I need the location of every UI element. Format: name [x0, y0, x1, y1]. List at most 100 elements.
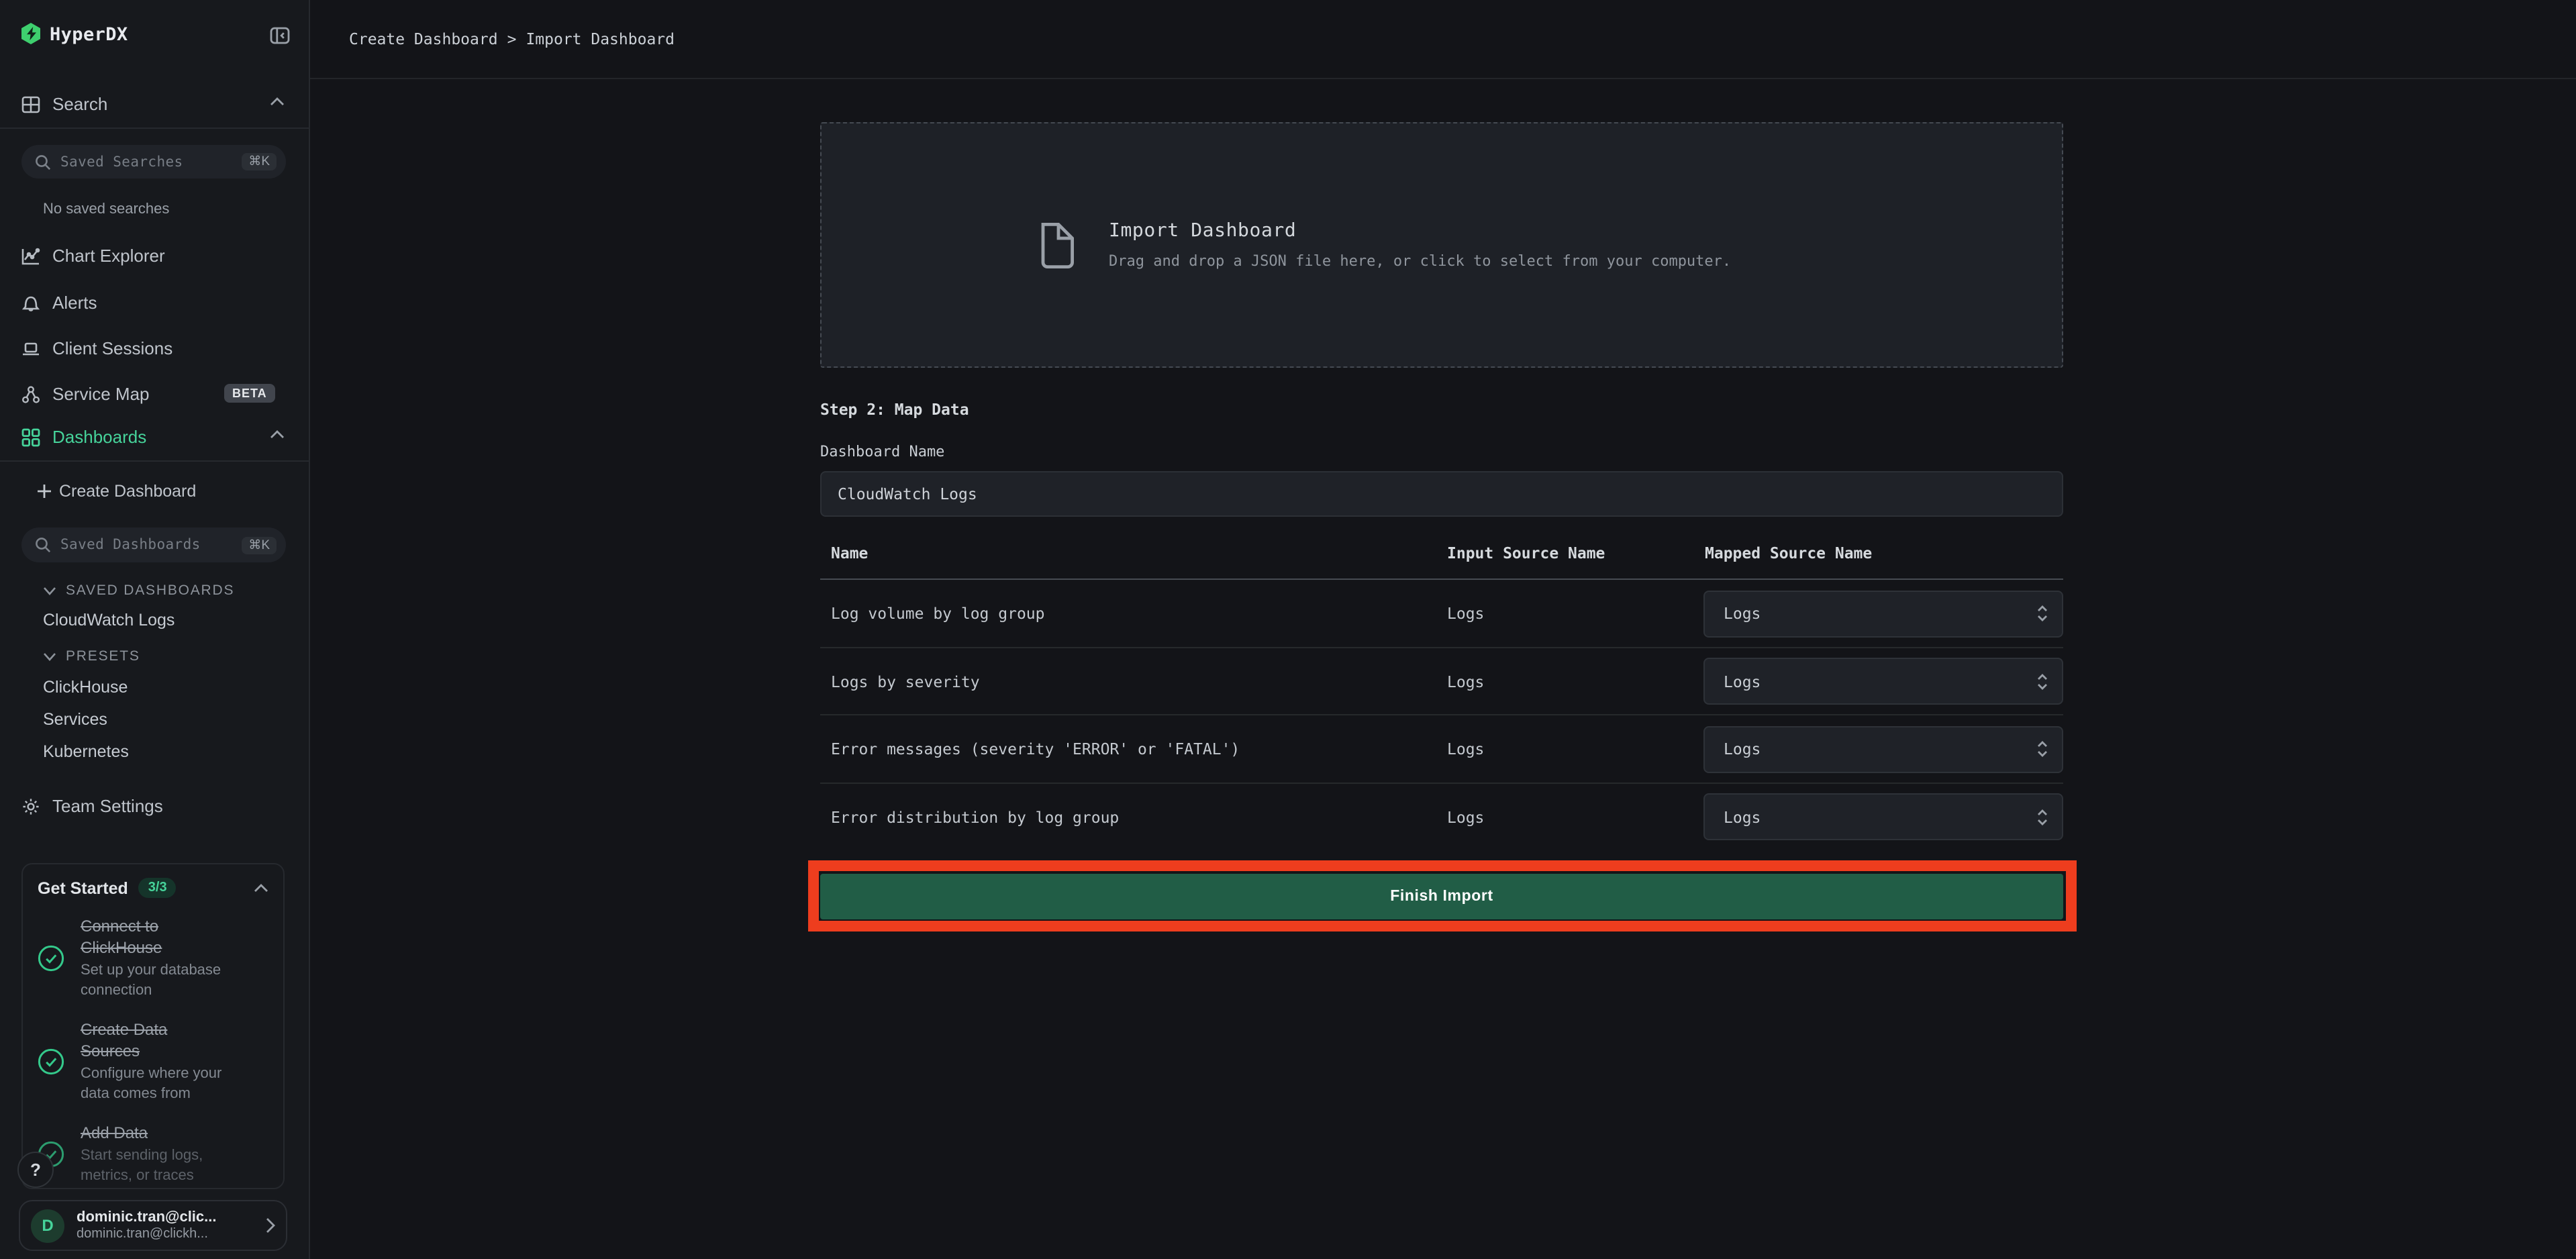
search-panel-icon	[21, 95, 40, 114]
table-header-row: Name Input Source Name Mapped Source Nam…	[820, 544, 2063, 570]
check-circle-icon	[38, 945, 64, 972]
sidebar-item-alerts[interactable]: Alerts	[0, 286, 309, 321]
group-title: PRESETS	[66, 648, 140, 664]
tile-name: Error distribution by log group	[831, 783, 1119, 850]
sidebar-preset-services[interactable]: Services	[43, 710, 107, 729]
task-title: Connect to ClickHouse	[81, 915, 231, 958]
search-icon	[35, 154, 51, 170]
sidebar-item-label: Dashboards	[52, 427, 146, 447]
select-chevrons-icon	[2036, 806, 2048, 827]
collapse-sidebar-icon[interactable]	[270, 27, 290, 44]
create-dashboard-button[interactable]: Create Dashboard	[0, 479, 309, 506]
avatar: D	[31, 1209, 64, 1242]
chevron-up-icon[interactable]	[270, 97, 285, 106]
check-circle-icon	[38, 1048, 64, 1075]
service-map-icon	[21, 385, 40, 403]
saved-dashboards-input[interactable]: Saved Dashboards ⌘K	[21, 527, 286, 562]
sidebar-item-label: Client Sessions	[52, 338, 172, 358]
task-title: Add Data	[81, 1122, 231, 1144]
get-started-item-add-data[interactable]: Add Data Start sending logs, metrics, or…	[38, 1122, 268, 1187]
user-email: dominic.tran@clickh...	[77, 1226, 266, 1242]
brand-name: HyperDX	[50, 24, 128, 46]
sidebar-item-label: Team Settings	[52, 796, 163, 816]
dashboards-grid-icon	[21, 428, 40, 447]
group-title: SAVED DASHBOARDS	[66, 583, 234, 599]
divider	[0, 460, 309, 462]
mapped-source-value: Logs	[1724, 672, 2036, 691]
mapped-source-select[interactable]: Logs	[1703, 725, 2063, 772]
dashboard-name-input[interactable]: CloudWatch Logs	[820, 471, 2063, 517]
dashboard-name-value: CloudWatch Logs	[838, 485, 977, 503]
dashboard-name-label: Dashboard Name	[820, 443, 944, 460]
table-row: Error distribution by log group Logs Log…	[820, 783, 2063, 851]
mapped-source-select[interactable]: Logs	[1703, 590, 2063, 637]
sidebar-dashboard-cloudwatch-logs[interactable]: CloudWatch Logs	[43, 611, 175, 630]
chevron-down-icon	[43, 652, 56, 661]
get-started-card: Get Started 3/3 Connect to ClickHouse Se…	[21, 863, 285, 1189]
chart-explorer-icon	[21, 247, 40, 266]
breadcrumb-separator: >	[507, 30, 517, 48]
finish-import-button[interactable]: Finish Import	[820, 873, 2063, 919]
chevron-up-icon[interactable]	[270, 430, 285, 439]
saved-dashboards-group-header[interactable]: SAVED DASHBOARDS	[43, 583, 234, 599]
chevron-up-icon[interactable]	[254, 883, 268, 893]
input-source-value: Logs	[1447, 648, 1484, 715]
mapping-table: Log volume by log group Logs Logs Logs b…	[820, 580, 2063, 851]
gear-icon	[21, 797, 40, 816]
beta-badge: BETA	[224, 383, 275, 402]
saved-searches-placeholder: Saved Searches	[60, 154, 242, 170]
sidebar-item-service-map[interactable]: Service Map BETA	[0, 376, 309, 411]
input-source-value: Logs	[1447, 580, 1484, 647]
laptop-icon	[21, 339, 40, 358]
task-subtitle: Set up your database connection	[81, 961, 231, 1001]
column-header-input-source: Input Source Name	[1447, 544, 1605, 562]
chevron-down-icon	[43, 586, 56, 595]
tile-name: Log volume by log group	[831, 580, 1045, 647]
breadcrumb: Create Dashboard > Import Dashboard	[349, 0, 675, 78]
json-dropzone[interactable]: Import Dashboard Drag and drop a JSON fi…	[820, 122, 2063, 368]
mapped-source-select[interactable]: Logs	[1703, 793, 2063, 840]
task-subtitle: Start sending logs, metrics, or traces	[81, 1146, 231, 1187]
mapped-source-value: Logs	[1724, 740, 2036, 758]
get-started-item-connect[interactable]: Connect to ClickHouse Set up your databa…	[38, 915, 268, 1001]
finish-import-label: Finish Import	[1390, 888, 1493, 904]
divider	[0, 128, 309, 129]
sidebar-item-team-settings[interactable]: Team Settings	[0, 789, 309, 824]
presets-group-header[interactable]: PRESETS	[43, 648, 140, 664]
saved-searches-input[interactable]: Saved Searches ⌘K	[21, 145, 286, 179]
app-root: HyperDX Search Saved Searches	[0, 0, 2576, 1259]
select-chevrons-icon	[2036, 670, 2048, 692]
sidebar-item-label: Chart Explorer	[52, 246, 165, 266]
help-label: ?	[30, 1160, 41, 1180]
breadcrumb-import-dashboard: Import Dashboard	[526, 30, 675, 48]
select-chevrons-icon	[2036, 603, 2048, 624]
shortcut-badge: ⌘K	[242, 153, 277, 170]
shortcut-badge: ⌘K	[242, 536, 277, 554]
mapped-source-select[interactable]: Logs	[1703, 658, 2063, 705]
sidebar-section-search[interactable]: Search	[0, 87, 309, 122]
task-subtitle: Configure where your data comes from	[81, 1064, 231, 1105]
sidebar-preset-kubernetes[interactable]: Kubernetes	[43, 742, 129, 761]
table-row: Error messages (severity 'ERROR' or 'FAT…	[820, 715, 2063, 783]
sidebar-item-chart-explorer[interactable]: Chart Explorer	[0, 239, 309, 274]
sidebar-item-dashboards[interactable]: Dashboards	[0, 420, 309, 455]
column-header-mapped-source: Mapped Source Name	[1705, 544, 1872, 562]
create-dashboard-label: Create Dashboard	[59, 482, 196, 501]
import-dashboard-panel: Import Dashboard Drag and drop a JSON fi…	[820, 78, 2065, 1259]
user-account-button[interactable]: D dominic.tran@clic... dominic.tran@clic…	[19, 1200, 287, 1251]
get-started-item-data-sources[interactable]: Create Data Sources Configure where your…	[38, 1019, 268, 1105]
dropzone-title: Import Dashboard	[1109, 220, 1731, 242]
search-icon	[35, 537, 51, 553]
column-header-name: Name	[831, 544, 868, 562]
tile-name: Logs by severity	[831, 648, 980, 715]
get-started-title: Get Started	[38, 878, 128, 897]
sidebar-item-label: Alerts	[52, 293, 97, 313]
breadcrumb-create-dashboard[interactable]: Create Dashboard	[349, 30, 498, 48]
saved-dashboards-placeholder: Saved Dashboards	[60, 537, 242, 553]
sidebar-preset-clickhouse[interactable]: ClickHouse	[43, 678, 128, 697]
hyperdx-logo-icon	[21, 23, 40, 44]
sidebar: HyperDX Search Saved Searches	[0, 0, 310, 1259]
help-button[interactable]: ?	[17, 1152, 54, 1188]
sidebar-item-client-sessions[interactable]: Client Sessions	[0, 331, 309, 366]
dropzone-subtitle: Drag and drop a JSON file here, or click…	[1109, 252, 1731, 270]
